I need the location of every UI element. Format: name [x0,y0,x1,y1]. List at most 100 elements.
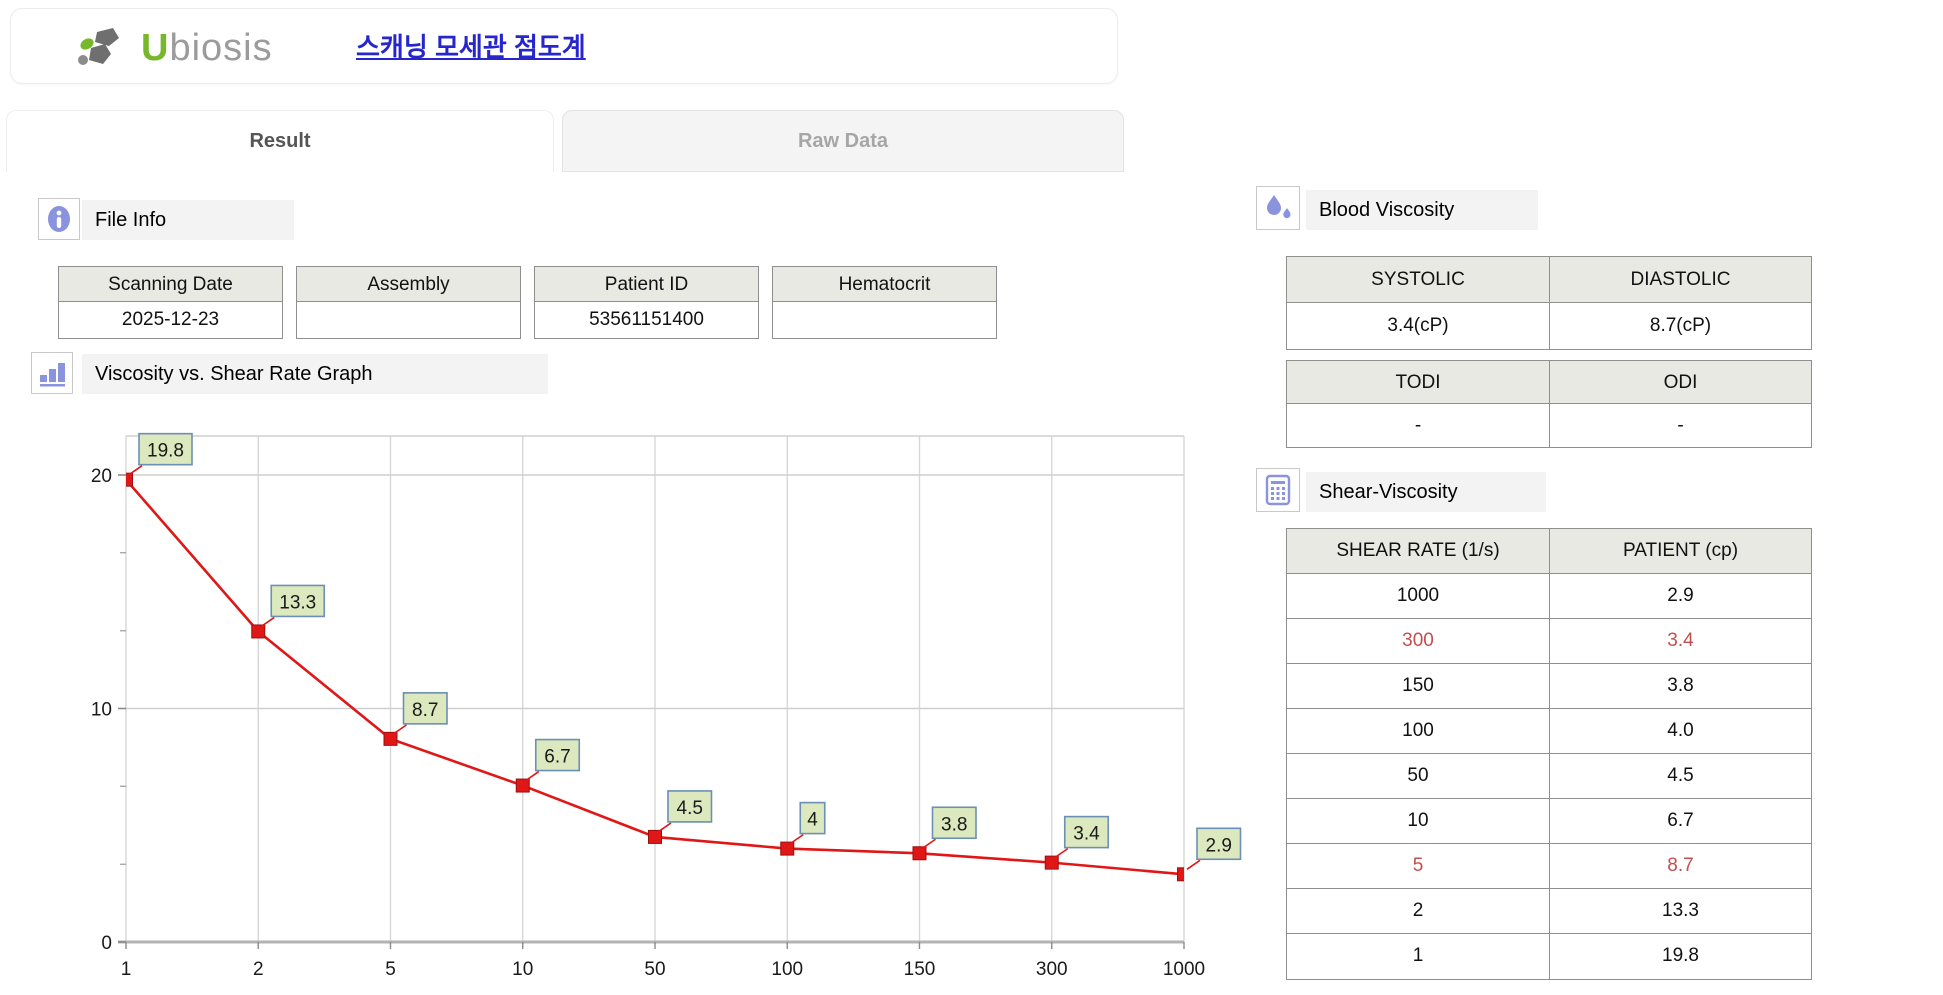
systolic-diastolic-table: SYSTOLICDIASTOLIC3.4(cP)8.7(cP) [1286,256,1812,350]
table-row: 1503.8 [1287,664,1811,709]
value-cell: 100 [1287,709,1549,754]
data-point-label: 19.8 [129,434,192,475]
ubiosis-logo: Ubiosis [75,25,273,71]
logo-rest: biosis [169,27,272,69]
x-axis-tick-label: 10 [512,959,533,980]
column-header: ODI [1549,361,1811,404]
app-korean-title: 스캐닝 모세관 점도계 [356,9,586,85]
table-row: 10002.9 [1287,574,1811,619]
file-info-icon-box [38,198,80,240]
calculator-icon [1263,474,1293,506]
value-cell: 3.4 [1549,619,1811,664]
field-label: Scanning Date [59,267,282,302]
value-cell: 150 [1287,664,1549,709]
field-value [773,302,996,338]
data-point-label: 8.7 [394,693,448,734]
svg-text:3.8: 3.8 [941,814,967,835]
todi-odi-table: TODIODI-- [1286,360,1812,448]
data-point-marker [1178,868,1191,881]
header-bar: Ubiosis 스캐닝 모세관 점도계 [10,8,1118,84]
x-axis-tick-label: 5 [385,959,396,980]
svg-text:8.7: 8.7 [412,700,438,721]
table-row: 3003.4 [1287,619,1811,664]
svg-text:4.5: 4.5 [677,798,703,819]
x-axis-tick-label: 100 [771,959,803,980]
y-axis-tick-label: 0 [101,933,112,954]
x-axis-tick-label: 150 [904,959,936,980]
app-window: Ubiosis 스캐닝 모세관 점도계 Result Raw Data File… [0,0,1943,995]
value-cell: 4.0 [1549,709,1811,754]
svg-text:19.8: 19.8 [147,441,184,462]
data-point-label: 3.8 [923,807,977,848]
svg-text:13.3: 13.3 [279,592,316,613]
blood-viscosity-title: Blood Viscosity [1306,190,1538,230]
x-axis-tick-label: 2 [253,959,264,980]
value-cell: 2.9 [1549,574,1811,619]
column-header: SHEAR RATE (1/s) [1287,529,1549,574]
value-cell: 13.3 [1549,889,1811,934]
value-cell: 50 [1287,754,1549,799]
data-point-marker [781,842,794,855]
blood-viscosity-icon-box [1256,186,1300,230]
data-point-marker [1045,856,1058,869]
value-cell: 6.7 [1549,799,1811,844]
table-row: 1004.0 [1287,709,1811,754]
column-header: SYSTOLIC [1287,257,1549,303]
x-axis-tick-label: 1000 [1163,959,1205,980]
column-header: PATIENT (cp) [1549,529,1811,574]
field-value [297,302,520,338]
field-label: Assembly [297,267,520,302]
data-point-label: 3.4 [1055,817,1109,858]
field-value: 2025-12-23 [59,302,282,338]
value-cell: 2 [1287,889,1549,934]
blood-drops-icon [1262,192,1294,224]
bar-chart-icon [37,358,67,388]
value-cell: 4.5 [1549,754,1811,799]
field-label: Patient ID [535,267,758,302]
svg-text:3.4: 3.4 [1073,824,1100,845]
data-point-marker [384,732,397,745]
file-info-table: Scanning Date2025-12-23 Assembly Patient I… [58,266,997,339]
data-point-label: 2.9 [1187,828,1241,869]
y-axis-tick-label: 20 [91,466,112,487]
tab-raw-data[interactable]: Raw Data [562,110,1124,172]
value-cell: 19.8 [1549,934,1811,979]
file-info-field-hematocrit: Hematocrit [772,266,997,339]
table-row: 213.3 [1287,889,1811,934]
graph-title: Viscosity vs. Shear Rate Graph [82,354,548,394]
column-header: DIASTOLIC [1549,257,1811,303]
value-cell: 3.4(cP) [1287,303,1549,349]
viscosity-shear-rate-chart: 010201251050100150300100019.813.38.76.74… [90,410,1280,995]
y-axis-tick-label: 10 [91,700,112,721]
data-point-label: 13.3 [261,585,324,626]
value-cell: 1 [1287,934,1549,979]
x-axis-tick-label: 1 [121,959,132,980]
tab-result[interactable]: Result [6,110,554,172]
table-row: 504.5 [1287,754,1811,799]
data-point-label: 6.7 [526,740,580,781]
logo-pebbles-icon [75,24,133,72]
file-info-title: File Info [82,200,294,240]
value-cell: 300 [1287,619,1549,664]
value-cell: 5 [1287,844,1549,889]
field-value: 53561151400 [535,302,758,338]
value-cell: 8.7 [1549,844,1811,889]
x-axis-tick-label: 50 [644,959,665,980]
table-row: 106.7 [1287,799,1811,844]
file-info-field-assembly: Assembly [296,266,521,339]
svg-text:2.9: 2.9 [1206,835,1232,856]
field-label: Hematocrit [773,267,996,302]
value-cell: 8.7(cP) [1549,303,1811,349]
shear-viscosity-table: SHEAR RATE (1/s)PATIENT (cp)10002.93003.… [1286,528,1812,980]
data-point-label: 4 [790,803,825,844]
value-cell: 1000 [1287,574,1549,619]
logo-text: Ubiosis [141,27,273,70]
graph-icon-box [31,352,73,394]
shear-viscosity-title: Shear-Viscosity [1306,472,1546,512]
svg-text:6.7: 6.7 [544,747,570,768]
info-icon [44,204,74,234]
data-point-marker [516,779,529,792]
svg-text:4: 4 [807,810,818,831]
table-row: 119.8 [1287,934,1811,979]
value-cell: - [1287,404,1549,447]
